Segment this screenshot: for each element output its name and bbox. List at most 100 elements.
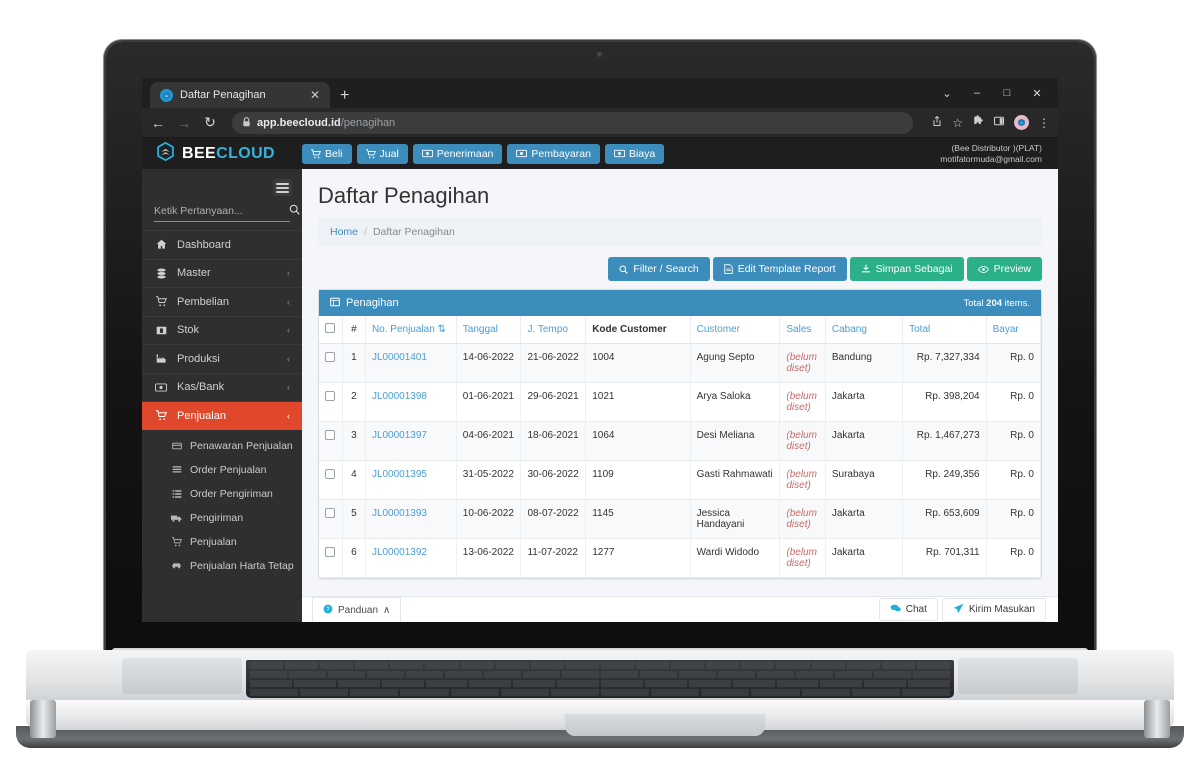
filter-search-button[interactable]: Filter / Search [608,257,710,281]
sidebar-toggle-row [142,175,302,202]
sidebar-item-stok[interactable]: Stok ‹ [142,315,302,345]
sort-icon[interactable]: ⇅ [438,324,446,335]
checkbox-icon[interactable] [325,430,336,440]
topnav-biaya-button[interactable]: Biaya [604,143,665,164]
checkbox-icon[interactable] [325,547,336,557]
minimize-button[interactable]: – [962,81,992,105]
edit-template-report-button[interactable]: Edit Template Report [712,257,847,281]
bookmark-star-icon[interactable]: ☆ [952,116,963,130]
reload-icon[interactable]: ↻ [202,114,218,131]
topnav-pembayaran-button[interactable]: Pembayaran [507,143,600,164]
select-all-header[interactable] [319,316,343,344]
sidebar-search[interactable] [154,204,300,222]
panel-title: Penagihan [346,297,399,309]
laptop-foot-right [1144,700,1170,738]
th-num[interactable]: # [342,316,366,344]
sidebar-item-kas-bank[interactable]: Kas/Bank ‹ [142,372,302,402]
th-total[interactable]: Total [902,316,987,344]
row-no-penjualan[interactable]: JL00001397 [365,421,457,461]
checkbox-icon[interactable] [325,469,336,479]
kirim-masukan-button[interactable]: Kirim Masukan [941,597,1046,622]
row-no-penjualan[interactable]: JL00001401 [365,343,457,383]
checkbox-icon[interactable] [325,352,336,362]
preview-button[interactable]: Preview [966,257,1042,281]
sidebar-item-master[interactable]: Master ‹ [142,258,302,288]
row-no-penjualan[interactable]: JL00001392 [365,538,457,578]
back-icon[interactable]: ← [150,115,166,131]
sidebar-subitem-penawaran-penjualan[interactable]: Penawaran Penjualan [142,434,302,458]
chevron-down-icon[interactable]: ⌄ [932,81,962,105]
row-checkbox-cell[interactable] [319,460,343,500]
sidebar-subitem-order-penjualan[interactable]: Order Penjualan [142,458,302,482]
sidebar-subitem-order-pengiriman[interactable]: Order Pengiriman [142,482,302,506]
checkbox-icon[interactable] [325,391,336,401]
panduan-button[interactable]: ? Panduan ∧ [312,596,402,622]
th-cabang[interactable]: Cabang [825,316,904,344]
no-penjualan-link[interactable]: JL00001392 [372,547,427,558]
sidebar-item-dashboard[interactable]: Dashboard [142,230,302,259]
table-row[interactable]: 3 JL00001397 04-06-2021 18-06-2021 1064 … [319,421,1041,461]
forward-icon[interactable]: → [176,115,192,131]
table-row[interactable]: 4 JL00001395 31-05-2022 30-06-2022 1109 … [319,460,1041,500]
browser-menu-icon[interactable]: ⋮ [1038,116,1050,130]
chevron-left-icon: ‹ [287,325,290,336]
row-no-penjualan[interactable]: JL00001395 [365,460,457,500]
row-cabang: Jakarta [825,538,904,578]
no-penjualan-link[interactable]: JL00001401 [372,352,427,363]
window-close-button[interactable]: ✕ [1022,81,1052,105]
th-customer[interactable]: Customer [690,316,781,344]
th-j-tempo[interactable]: J. Tempo [520,316,587,344]
row-sales: (belum diset) [779,499,826,539]
row-checkbox-cell[interactable] [319,538,343,578]
th-bayar[interactable]: Bayar [986,316,1041,344]
topnav-penerimaan-button[interactable]: Penerimaan [412,143,503,164]
table-row[interactable]: 2 JL00001398 01-06-2021 29-06-2021 1021 … [319,382,1041,422]
sidebar-subitem-penjualan[interactable]: Penjualan [142,530,302,554]
th-tanggal[interactable]: Tanggal [456,316,522,344]
browser-tab[interactable]: Daftar Penagihan ✕ [150,82,330,108]
breadcrumb-home-link[interactable]: Home [330,226,358,238]
row-checkbox-cell[interactable] [319,382,343,422]
sidebar-subitem-penjualan-harta-tetap[interactable]: Penjualan Harta Tetap [142,554,302,578]
simpan-sebagai-button[interactable]: Simpan Sebagai [849,257,964,281]
row-checkbox-cell[interactable] [319,343,343,383]
no-penjualan-link[interactable]: JL00001393 [372,508,427,519]
search-icon[interactable] [289,204,300,218]
extensions-puzzle-icon[interactable] [972,115,984,130]
topnav-jual-button[interactable]: Jual [356,143,408,164]
no-penjualan-link[interactable]: JL00001398 [372,391,427,402]
row-checkbox-cell[interactable] [319,499,343,539]
address-bar[interactable]: app.beecloud.id/penagihan [232,111,914,134]
table-row[interactable]: 1 JL00001401 14-06-2022 21-06-2022 1004 … [319,343,1041,383]
maximize-button[interactable]: □ [992,81,1022,105]
user-account-info[interactable]: (Bee Distributor )(PLAT) motifatormuda@g… [940,138,1042,169]
sidebar-item-pembelian[interactable]: Pembelian ‹ [142,287,302,316]
row-checkbox-cell[interactable] [319,421,343,461]
topnav-beli-button[interactable]: Beli [302,143,352,164]
new-tab-button[interactable]: + [340,88,349,104]
share-icon[interactable] [931,115,943,130]
sidebar-subitem-pengiriman[interactable]: Pengiriman [142,506,302,530]
profile-avatar[interactable] [1014,115,1029,130]
table-row[interactable]: 5 JL00001393 10-06-2022 08-07-2022 1145 … [319,499,1041,539]
th-no-penjualan[interactable]: No. Penjualan ⇅ [365,316,457,344]
th-sales[interactable]: Sales [779,316,826,344]
table-row[interactable]: 6 JL00001392 13-06-2022 11-07-2022 1277 … [319,538,1041,578]
close-icon[interactable]: ✕ [308,89,322,101]
no-penjualan-link[interactable]: JL00001397 [372,430,427,441]
row-no-penjualan[interactable]: JL00001398 [365,382,457,422]
checkbox-icon[interactable] [325,323,336,333]
side-panel-icon[interactable] [993,115,1005,130]
menu-icon[interactable] [273,179,292,196]
checkbox-icon[interactable] [325,508,336,518]
search-input[interactable] [154,205,289,217]
row-no-penjualan[interactable]: JL00001393 [365,499,457,539]
th-kode-customer[interactable]: Kode Customer [585,316,691,344]
sidebar-subitem-label: Penawaran Penjualan [190,439,293,452]
row-kode-customer: 1145 [585,499,691,539]
sidebar-item-produksi[interactable]: Produksi ‹ [142,344,302,373]
chat-button[interactable]: Chat [878,598,938,621]
app-logo[interactable]: BEECLOUD [142,141,302,167]
no-penjualan-link[interactable]: JL00001395 [372,469,427,480]
sidebar-item-penjualan[interactable]: Penjualan ‹ [142,401,311,430]
